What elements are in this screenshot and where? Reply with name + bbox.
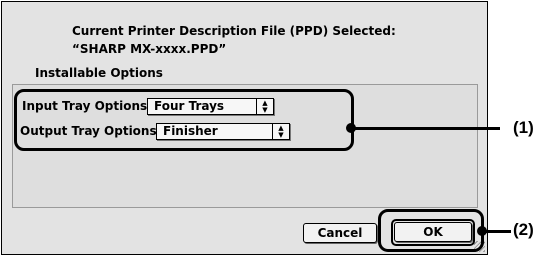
ppd-heading: Current Printer Description File (PPD) S… (72, 24, 396, 38)
callout-2-dot (477, 226, 487, 236)
callout-1-dot (346, 123, 356, 133)
section-title: Installable Options (35, 66, 163, 80)
callout-1-highlight (14, 89, 354, 151)
ppd-file-name: “SHARP MX-xxxx.PPD” (72, 42, 227, 56)
callout-1-connector (352, 127, 500, 130)
callout-1-label: (1) (513, 118, 534, 137)
cancel-button[interactable]: Cancel (303, 223, 377, 243)
callout-2-highlight (378, 209, 484, 252)
callout-2-label: (2) (513, 220, 534, 239)
